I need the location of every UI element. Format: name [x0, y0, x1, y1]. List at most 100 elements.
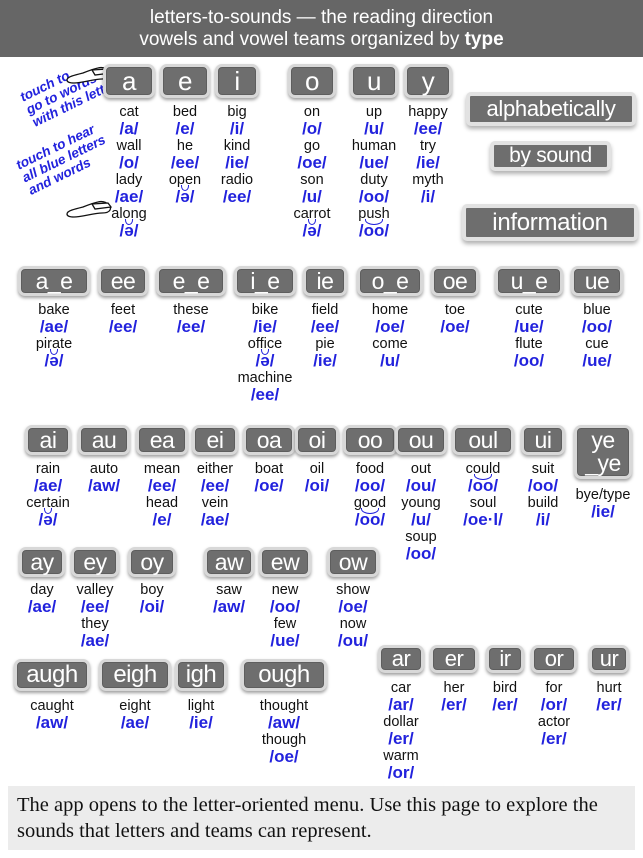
entry-word[interactable]: show — [293, 583, 413, 598]
letter-tile-u[interactable]: u — [350, 64, 398, 98]
entry-sound[interactable]: /ie/ — [368, 153, 488, 172]
entry-sound[interactable]: /ae/ — [35, 631, 155, 650]
entry-sound[interactable]: /oe/ — [293, 597, 413, 616]
letter-tile-oul[interactable]: oul — [452, 425, 514, 455]
entry-sound[interactable]: /oe/ — [224, 747, 344, 766]
entry-word[interactable]: cue — [537, 337, 643, 352]
entry-sound[interactable]: /ə/ — [0, 510, 108, 529]
entry-sound[interactable]: /ae/ — [155, 510, 275, 529]
letter-tile-oe[interactable]: oe — [431, 266, 479, 296]
tile-label: augh — [26, 661, 78, 688]
entry-sound[interactable]: /ue/ — [537, 351, 643, 370]
letter-tile-ee[interactable]: ee — [98, 266, 148, 296]
example-pair: though/oe/ — [224, 733, 344, 766]
letter-tile-a_e[interactable]: a_e — [18, 266, 90, 296]
entry-word[interactable]: try — [368, 139, 488, 154]
letter-tile-ui[interactable]: ui — [521, 425, 565, 455]
entry-word[interactable]: come — [330, 337, 450, 352]
entry-sound[interactable]: /oo/ — [537, 317, 643, 336]
example-pair: actor/er/ — [494, 715, 614, 748]
example-pair: they/ae/ — [35, 617, 155, 650]
entry-sound[interactable]: /ee/ — [368, 119, 488, 138]
letter-tile-oa[interactable]: oa — [243, 425, 295, 455]
entry-word[interactable]: hurt — [549, 681, 643, 696]
entry-word[interactable]: machine — [205, 371, 325, 386]
letter-tile-o[interactable]: o — [288, 64, 336, 98]
letter-tile-ey[interactable]: ey — [71, 547, 119, 577]
letter-tile-e[interactable]: e — [160, 64, 210, 98]
entry-word[interactable]: warm — [341, 749, 461, 764]
letter-tile-aw[interactable]: aw — [204, 547, 254, 577]
entry-sound[interactable]: /u/ — [330, 351, 450, 370]
entry-sound[interactable]: /ie/ — [543, 502, 643, 521]
letter-tile-augh[interactable]: augh — [14, 659, 90, 691]
letter-tile-ough[interactable]: ough — [241, 659, 327, 691]
entry-word[interactable]: myth — [368, 173, 488, 188]
menu-button-label: information — [492, 208, 608, 236]
entry-sound[interactable]: /oo/ — [314, 222, 434, 240]
letter-tile-ye_ye[interactable]: ye _ye — [574, 425, 632, 479]
letter-tile-er[interactable]: er — [430, 645, 478, 673]
letter-tile-e_e[interactable]: e_e — [156, 266, 226, 296]
letter-tile-ai[interactable]: ai — [25, 425, 71, 455]
example-pair: come/u/ — [330, 337, 450, 370]
letter-tile-igh[interactable]: igh — [175, 659, 227, 691]
letter-tile-ew[interactable]: ew — [259, 547, 311, 577]
letter-tile-eigh[interactable]: eigh — [99, 659, 171, 691]
entry-sound[interactable]: /aw/ — [224, 713, 344, 732]
entry-sound[interactable]: /or/ — [341, 763, 461, 782]
tile-label: oe — [442, 267, 468, 294]
entry-word[interactable]: certain — [0, 496, 108, 511]
letter-tile-ur[interactable]: ur — [589, 645, 629, 673]
letter-tile-ue[interactable]: ue — [571, 266, 623, 296]
tile-label: ar — [391, 646, 411, 671]
letter-tile-o_e[interactable]: o_e — [357, 266, 423, 296]
example-pair: cue/ue/ — [537, 337, 643, 370]
entry-word[interactable]: soup — [361, 530, 481, 545]
letter-tile-y[interactable]: y — [404, 64, 452, 98]
letter-tile-or[interactable]: or — [531, 645, 577, 673]
letter-tile-ay[interactable]: ay — [19, 547, 65, 577]
entry-sound[interactable]: /ə/ — [69, 222, 189, 240]
menu-button-alphabetically[interactable]: alphabetically — [466, 92, 636, 126]
menu-button-by-sound[interactable]: by sound — [490, 141, 611, 171]
letter-tile-a[interactable]: a — [103, 64, 155, 98]
letter-tile-au[interactable]: au — [78, 425, 130, 455]
menu-button-information[interactable]: information — [462, 204, 638, 241]
letter-tile-ei[interactable]: ei — [192, 425, 238, 455]
letter-tile-ow[interactable]: ow — [327, 547, 379, 577]
letter-tile-i[interactable]: i — [215, 64, 259, 98]
letter-tile-oo[interactable]: oo — [343, 425, 397, 455]
examples-column: hurt/er/ — [549, 681, 643, 715]
entry-word[interactable]: blue — [537, 303, 643, 318]
letter-tile-ir[interactable]: ir — [486, 645, 524, 673]
letter-tile-ou[interactable]: ou — [395, 425, 447, 455]
letter-tile-oi[interactable]: oi — [295, 425, 339, 455]
letter-tile-ea[interactable]: ea — [136, 425, 188, 455]
entry-sound[interactable]: /er/ — [549, 695, 643, 714]
entry-word[interactable]: happy — [368, 105, 488, 120]
letter-tile-ar[interactable]: ar — [378, 645, 424, 673]
entry-sound[interactable]: /i/ — [368, 187, 488, 206]
entry-sound[interactable]: /er/ — [341, 729, 461, 748]
tile-label: ea — [149, 426, 175, 453]
entry-sound[interactable]: /ee/ — [205, 385, 325, 404]
entry-word[interactable]: thought — [224, 699, 344, 714]
letter-tile-ie[interactable]: ie — [303, 266, 347, 296]
example-pair: certain/ə/ — [0, 496, 108, 529]
entry-sound[interactable]: /er/ — [494, 729, 614, 748]
entry-word[interactable]: dollar — [341, 715, 461, 730]
entry-word[interactable]: now — [293, 617, 413, 632]
letter-tile-i_e[interactable]: i_e — [234, 266, 296, 296]
entry-word[interactable]: though — [224, 733, 344, 748]
entry-sound[interactable]: /ə/ — [0, 351, 114, 370]
tile-label: o — [305, 66, 319, 96]
entry-word[interactable]: they — [35, 617, 155, 632]
letter-tile-oy[interactable]: oy — [128, 547, 176, 577]
entry-word[interactable]: vein — [155, 496, 275, 511]
tile-label: ir — [499, 646, 511, 671]
entry-word[interactable]: bye/type — [543, 488, 643, 503]
entry-sound[interactable]: /oo/ — [361, 544, 481, 563]
entry-word[interactable]: actor — [494, 715, 614, 730]
letter-tile-u_e[interactable]: u_e — [495, 266, 563, 296]
